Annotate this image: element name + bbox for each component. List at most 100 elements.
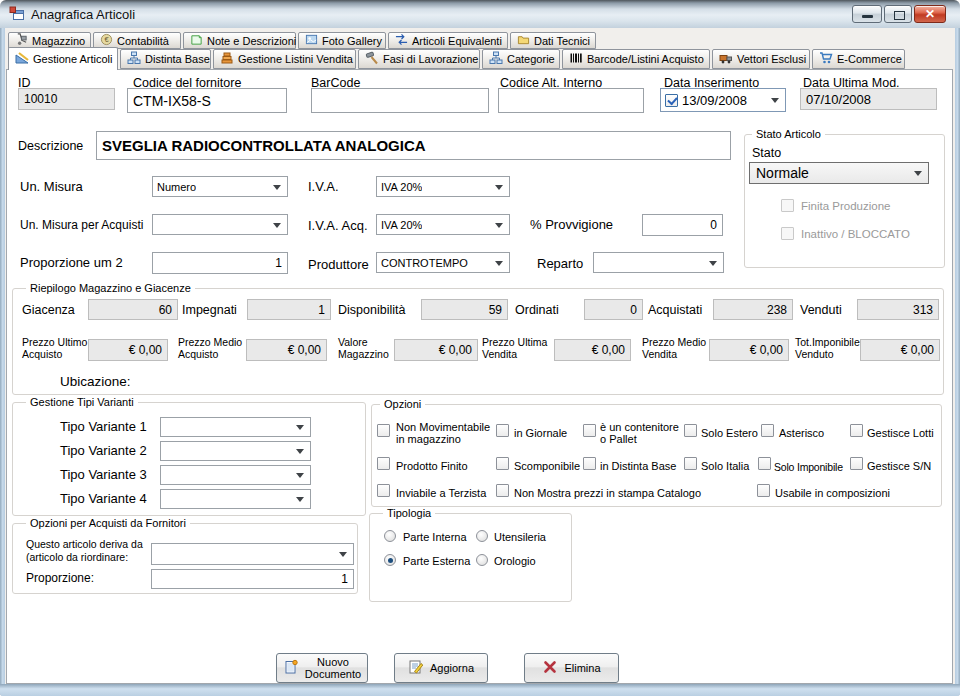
codice-fornitore-field[interactable]: CTM-IX58-S (127, 88, 287, 113)
solo-imponibile-checkbox[interactable] (758, 457, 771, 470)
contenitore-pallet-label: è un contenitore o Pallet (600, 421, 679, 445)
riepilogo-group-title: Riepilogo Magazzino e Giacenze (26, 282, 195, 294)
produttore-combobox[interactable]: CONTROTEMPO (376, 252, 510, 273)
descrizione-field[interactable]: SVEGLIA RADIOCONTROLLATA ANALOGICA (96, 131, 731, 160)
note-icon (190, 33, 203, 48)
parte-esterna-radio[interactable] (384, 554, 396, 566)
tab-barcode-listini-acquisto[interactable]: Barcode/Listini Acquisto (562, 49, 710, 69)
in-distinta-base-checkbox[interactable] (583, 457, 596, 470)
tipo-variante-2-label: Tipo Variante 2 (60, 443, 147, 458)
tipo-variante-4-combobox[interactable] (160, 489, 311, 509)
provvigione-label: % Provvigione (530, 217, 613, 232)
tab-articoli-equivalenti[interactable]: Articoli Equivalenti (388, 32, 508, 49)
tab-foto-gallery[interactable]: Foto Gallery (298, 32, 386, 49)
in-giornale-label: in Giornale (514, 427, 567, 439)
prezzo-medio-vendita-label: Prezzo Medio Vendita (642, 336, 706, 360)
un-misura-combobox[interactable]: Numero (152, 176, 288, 197)
reparto-combobox[interactable] (593, 252, 724, 273)
tipologia-group-title: Tipologia (383, 507, 435, 519)
prezzo-medio-acquisto-field: € 0,00 (246, 339, 327, 361)
iva-combobox[interactable]: IVA 20% (376, 176, 510, 197)
in-distinta-base-label: in Distinta Base (600, 460, 676, 472)
non-movimentabile-checkbox[interactable] (377, 424, 390, 437)
nuovo-documento-button[interactable]: Nuovo Documento (276, 653, 368, 683)
data-ultima-mod-field: 07/10/2008 (800, 88, 937, 110)
tab-distinta-base[interactable]: Distinta Base (120, 49, 211, 69)
asterisco-checkbox[interactable] (761, 424, 774, 437)
deriva-combobox[interactable] (151, 543, 354, 565)
window-frame-right (955, 28, 960, 696)
tab-categorie[interactable]: Categorie (482, 49, 560, 69)
tipo-variante-4-label: Tipo Variante 4 (60, 491, 147, 506)
disponibilita-field: 59 (421, 299, 508, 320)
tipo-variante-3-label: Tipo Variante 3 (60, 467, 147, 482)
new-document-icon (283, 659, 299, 677)
finita-produzione-label: Finita Produzione (801, 200, 891, 212)
prezzo-medio-acquisto-label: Prezzo Medio Acquisto (178, 336, 242, 360)
swap-arrows-icon (395, 33, 408, 48)
proporzione-field[interactable]: 1 (151, 569, 354, 589)
aggiorna-button[interactable]: Aggiorna (394, 653, 488, 683)
scomponibile-checkbox[interactable] (496, 457, 509, 470)
deriva-label: Questo articolo deriva da (articolo da r… (26, 538, 143, 564)
provvigione-field[interactable]: 0 (642, 214, 723, 236)
prezzo-ultima-vendita-field: € 0,00 (554, 339, 631, 361)
close-button[interactable]: ✕ (914, 5, 946, 23)
hierarchy-icon (489, 51, 503, 67)
truck-icon (719, 51, 733, 67)
contenitore-pallet-checkbox[interactable] (583, 424, 596, 437)
gestisce-sn-checkbox[interactable] (850, 457, 863, 470)
prodotto-finito-checkbox[interactable] (377, 457, 390, 470)
tipo-variante-2-combobox[interactable] (160, 441, 311, 461)
tipo-variante-3-combobox[interactable] (160, 465, 311, 485)
tab-e-commerce[interactable]: E-Commerce (812, 49, 905, 69)
proporzione-um2-field[interactable]: 1 (152, 252, 288, 274)
opzioni-group-title: Opzioni (380, 398, 425, 410)
price-stack-icon (220, 51, 234, 67)
un-misura-label: Un. Misura (20, 179, 83, 194)
ruler-pencil-icon (15, 51, 29, 67)
in-giornale-checkbox[interactable] (496, 424, 509, 437)
codice-alt-interno-field[interactable] (498, 88, 644, 113)
disponibilita-label: Disponibilità (338, 303, 405, 317)
un-misura-acquisti-combobox[interactable] (152, 214, 288, 235)
data-inserimento-picker[interactable]: 13/09/2008 (660, 88, 786, 112)
inviabile-terzista-checkbox[interactable] (377, 484, 390, 497)
parte-interna-label: Parte Interna (403, 531, 467, 543)
gestisce-lotti-label: Gestisce Lotti (867, 427, 934, 439)
parte-interna-radio[interactable] (384, 530, 396, 542)
iva-acq-combobox[interactable]: IVA 20% (376, 214, 510, 235)
stato-combobox[interactable]: Normale (749, 162, 929, 184)
tab-gestione-articoli[interactable]: Gestione Articoli (8, 47, 118, 70)
tab-note-e-descrizioni[interactable]: Note e Descrizioni (183, 32, 296, 49)
gestisce-lotti-checkbox[interactable] (850, 424, 863, 437)
handtruck-icon (15, 33, 28, 48)
iva-label: I.V.A. (308, 179, 339, 194)
venduti-field: 313 (857, 299, 939, 320)
utensileria-label: Utensileria (494, 531, 546, 543)
proporzione-um2-label: Proporzione um 2 (20, 255, 123, 270)
maximize-button[interactable] (884, 5, 912, 23)
window-frame-left (0, 28, 5, 696)
elimina-button[interactable]: Elimina (524, 653, 619, 683)
data-inserimento-checkbox[interactable] (665, 94, 678, 107)
hammer-icon (365, 51, 379, 67)
edit-note-icon (408, 659, 424, 677)
tab-dati-tecnici[interactable]: Dati Tecnici (510, 32, 596, 49)
non-mostra-prezzi-label: Non Mostra prezzi in stampa Catalogo (514, 487, 701, 499)
valore-magazzino-field: € 0,00 (394, 339, 478, 361)
orologio-radio[interactable] (476, 554, 488, 566)
usabile-composizioni-checkbox[interactable] (757, 484, 770, 497)
tab-gestione-listini-vendita[interactable]: Gestione Listini Vendita (213, 49, 356, 69)
inviabile-terzista-label: Inviabile a Terzista (396, 487, 486, 499)
minimize-button[interactable] (852, 5, 882, 23)
solo-estero-checkbox[interactable] (684, 424, 697, 437)
tab-fasi-di-lavorazione[interactable]: Fasi di Lavorazione (358, 49, 480, 69)
barcode-field[interactable] (311, 88, 489, 113)
tab-vettori-esclusi[interactable]: Vettori Esclusi (712, 49, 810, 69)
solo-italia-checkbox[interactable] (684, 457, 697, 470)
non-mostra-prezzi-checkbox[interactable] (496, 484, 509, 497)
gestisce-sn-label: Gestisce S/N (867, 460, 931, 472)
tipo-variante-1-combobox[interactable] (160, 417, 311, 437)
utensileria-radio[interactable] (476, 530, 488, 542)
